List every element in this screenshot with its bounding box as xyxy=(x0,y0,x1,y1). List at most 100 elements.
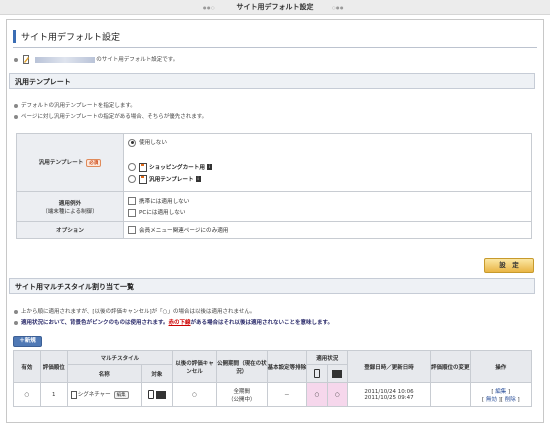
bullet-icon xyxy=(14,114,18,119)
multistyle-section-title: サイト用マルチスタイル割り当て一覧 xyxy=(15,283,134,291)
exclude-mobile-label: 携帯には適用しない xyxy=(139,198,190,205)
exclusion-sublabel: （端末種による制御） xyxy=(42,208,98,215)
option-label: オプション xyxy=(56,228,84,234)
title-divider xyxy=(13,47,537,48)
generic-template-label: 汎用テンプレート xyxy=(149,176,194,183)
exclude-mobile-row[interactable]: 携帯には適用しない xyxy=(128,197,527,205)
col-status: 適用状況 xyxy=(306,350,349,365)
exclusion-label: 適用例外 xyxy=(58,200,82,207)
template-label: 汎用テンプレート xyxy=(38,160,84,167)
cell-target xyxy=(140,382,174,407)
period-line-1: 全期間 xyxy=(233,388,251,395)
template-section-title: 汎用テンプレート xyxy=(15,78,71,86)
pencil-icon xyxy=(22,55,29,64)
radio-none-label: 使用しない xyxy=(139,140,167,146)
col-target: 対象 xyxy=(140,364,174,383)
exclusion-options-cell: 携帯には適用しない PCには適用しない xyxy=(123,191,532,222)
pc-icon xyxy=(155,390,166,399)
mobile-icon xyxy=(147,390,154,399)
cell-order: 1 xyxy=(39,382,68,407)
bullet-icon xyxy=(14,320,18,325)
required-badge: 必須 xyxy=(86,158,102,167)
title-dots-right-icon: ○●● xyxy=(332,5,344,10)
exclude-pc-row[interactable]: PCには適用しない xyxy=(128,208,527,217)
multistyle-note-2: 適用状況において、背景色がピンクのものは使用されます。赤の下線がある場合はそれ以… xyxy=(14,318,333,326)
cell-status-pc: ○ xyxy=(326,382,349,407)
col-cancel-after: 以後の評価キャンセル xyxy=(172,350,218,383)
cell-period: 全期間 （公開中） xyxy=(216,382,268,407)
template-label-cell: 汎用テンプレート 必須 xyxy=(16,133,124,192)
template-note-2: ページに対し汎用テンプレートの指定がある場合、そちらが優先されます。 xyxy=(14,112,207,120)
cell-status-mobile: ○ xyxy=(306,382,328,407)
exclude-mobile-checkbox[interactable] xyxy=(128,197,136,205)
bullet-icon xyxy=(14,309,18,314)
cell-enabled: ○ xyxy=(13,382,41,407)
radio-generic[interactable] xyxy=(128,175,136,183)
exclusion-label-cell: 適用例外 （端末種による制御） xyxy=(16,191,124,222)
option-cell: 会員メニュー関連ページにのみ適用 xyxy=(123,221,532,239)
period-line-2: （公開中） xyxy=(228,396,256,403)
cell-ops: [ 編集 ] [ 無効 ][ 削除 ] xyxy=(469,382,533,407)
red-underline-text: 赤の下線 xyxy=(168,320,191,326)
radio-none-row[interactable]: 使用しない xyxy=(128,138,527,147)
table-row: ○ 1 シグネチャー 編集 ○ 全期間 （公開中） － ○ ○ 2011/10/2… xyxy=(13,382,533,407)
exclude-pc-checkbox[interactable] xyxy=(128,208,136,217)
page-title: サイト用デフォルト設定 xyxy=(13,30,120,43)
template-note-2-text: ページに対し汎用テンプレートの指定がある場合、そちらが優先されます。 xyxy=(21,114,208,120)
op-disable-link[interactable]: 無効 xyxy=(486,397,497,403)
col-basic-block: 基本設定等排除 xyxy=(266,350,308,383)
member-menu-checkbox[interactable] xyxy=(128,226,136,235)
col-registered: 登録日時／更新日時 xyxy=(347,350,431,383)
op-delete-link[interactable]: 削除 xyxy=(505,397,516,403)
option-label-cell: オプション xyxy=(16,221,124,239)
op-edit-link[interactable]: 編集 xyxy=(495,389,506,395)
bullet-icon xyxy=(14,103,18,108)
updated-time: 2011/10/25 09:47 xyxy=(364,394,414,401)
template-note-1-text: デフォルトの汎用テンプレートを指定します。 xyxy=(21,103,136,109)
col-period: 公開期間（現在の状況） xyxy=(216,350,268,383)
intro-line: のサイト用デフォルト設定です。 xyxy=(14,55,178,64)
cell-name: シグネチャー 編集 xyxy=(66,382,142,407)
template-section-heading: 汎用テンプレート xyxy=(9,73,535,89)
new-button[interactable]: ＋新規 xyxy=(13,336,42,347)
col-order: 評価順位 xyxy=(39,350,68,383)
cell-cancel-after: ○ xyxy=(172,382,218,407)
window-title-bar: ●●○ サイト用デフォルト設定 ○●● xyxy=(0,0,550,15)
multistyle-note-1-text: 上から順に適用されますが、[以後の評価キャンセル]が「○」の場合は以後は適用され… xyxy=(21,309,256,315)
multistyle-note-1: 上から順に適用されますが、[以後の評価キャンセル]が「○」の場合は以後は適用され… xyxy=(14,307,255,315)
template-settings-table: 汎用テンプレート 必須 使用しない ショッピングカート用 i 汎用テンプレート i 適… xyxy=(16,133,532,239)
info-icon[interactable]: i xyxy=(195,176,201,182)
col-status-pc xyxy=(326,364,349,383)
window-title: サイト用デフォルト設定 xyxy=(236,3,314,11)
mobile-icon xyxy=(314,369,321,378)
radio-shopping[interactable] xyxy=(128,163,136,171)
style-name: シグネチャー xyxy=(77,392,111,398)
col-status-mobile xyxy=(306,364,328,383)
radio-shopping-row[interactable]: ショッピングカート用 i xyxy=(128,162,527,172)
col-ops: 操作 xyxy=(469,350,533,383)
intro-text: のサイト用デフォルト設定です。 xyxy=(96,57,179,63)
col-eval-change: 評価順位の変更 xyxy=(429,350,471,383)
cell-registered: 2011/10/24 10:06 2011/10/25 09:47 xyxy=(347,382,431,407)
radio-none[interactable] xyxy=(128,138,136,147)
col-multistyle: マルチスタイル xyxy=(66,350,174,365)
bullet-icon xyxy=(14,57,18,62)
exclude-pc-label: PCには適用しない xyxy=(139,210,186,216)
info-icon[interactable]: i xyxy=(206,164,212,170)
multistyle-table: 有効 評価順位 マルチスタイル 以後の評価キャンセル 公開期間（現在の状況） 基… xyxy=(13,350,533,407)
multistyle-note-2-suffix: がある場合はそれ以後は適用されないことを意味します。 xyxy=(190,320,333,326)
col-name: 名称 xyxy=(66,364,142,383)
template-icon xyxy=(139,162,147,172)
member-menu-label: 会員メニュー関連ページにのみ適用 xyxy=(139,227,229,234)
cell-basic-block: － xyxy=(266,382,308,407)
template-icon xyxy=(139,174,147,184)
radio-generic-row[interactable]: 汎用テンプレート i xyxy=(128,174,527,184)
multistyle-note-2-prefix: 適用状況において、背景色がピンクのものは使用されます。 xyxy=(21,320,169,326)
setting-button[interactable]: 設 定 xyxy=(484,258,534,273)
cell-eval-change xyxy=(429,382,471,407)
site-name-redacted xyxy=(34,56,95,63)
template-options-cell: 使用しない ショッピングカート用 i 汎用テンプレート i xyxy=(123,133,532,192)
col-enabled: 有効 xyxy=(13,350,41,383)
shopping-template-label: ショッピングカート用 xyxy=(149,164,205,171)
edit-name-button[interactable]: 編集 xyxy=(113,391,129,399)
